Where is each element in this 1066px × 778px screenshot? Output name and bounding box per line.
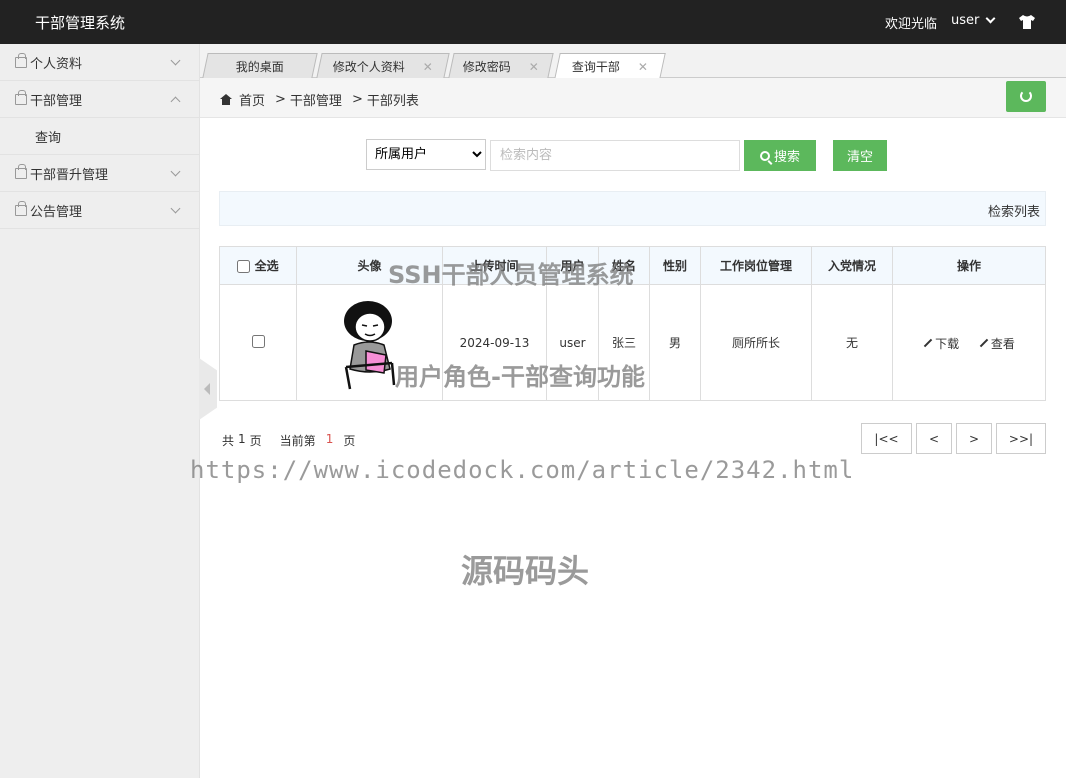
tab-desktop[interactable]: 我的桌面 xyxy=(202,53,318,78)
close-icon[interactable]: ✕ xyxy=(529,59,539,73)
select-all-checkbox[interactable] xyxy=(237,260,251,273)
total-pages: 1 xyxy=(238,432,246,446)
chevron-up-icon xyxy=(170,96,181,107)
page-unit: 页 xyxy=(343,434,356,448)
results-label: 检索列表 xyxy=(987,205,1040,220)
download-label: 下载 xyxy=(935,336,960,351)
bag-icon xyxy=(15,200,27,216)
pencil-icon xyxy=(923,339,933,348)
tshirt-icon[interactable] xyxy=(1018,14,1036,30)
close-icon[interactable]: ✕ xyxy=(423,59,433,73)
refresh-button[interactable] xyxy=(1006,81,1046,112)
actions-cell: 下载 查看 xyxy=(892,284,1046,401)
sidebar-item-promotion[interactable]: 干部晋升管理 xyxy=(0,155,199,192)
sidebar-item-announcements[interactable]: 公告管理 xyxy=(0,192,199,229)
breadcrumb-section[interactable]: 干部管理 xyxy=(290,90,342,109)
chevron-down-icon xyxy=(170,166,181,177)
party-cell: 无 xyxy=(811,284,893,401)
prev-page-button[interactable]: < xyxy=(916,423,952,454)
gender-cell: 男 xyxy=(649,284,701,401)
app-title: 干部管理系统 xyxy=(35,14,126,32)
watermark-url: https://www.icodedock.com/article/2342.h… xyxy=(190,456,855,484)
tab-bar: 我的桌面 修改个人资料 ✕ 修改密码 ✕ 查询干部 ✕ xyxy=(200,44,1066,79)
pencil-icon xyxy=(979,339,989,348)
row-checkbox[interactable] xyxy=(251,334,265,348)
view-label: 查看 xyxy=(990,336,1015,351)
user-menu[interactable]: user xyxy=(951,13,996,28)
total-prefix: 共 xyxy=(222,434,235,448)
top-bar: 干部管理系统 欢迎光临 user xyxy=(0,0,1066,44)
welcome-text: 欢迎光临 xyxy=(885,17,938,32)
watermark-subtitle: 用户角色-干部查询功能 xyxy=(395,363,645,391)
bag-icon xyxy=(15,52,27,68)
current-page: 1 xyxy=(325,432,334,446)
sidebar-item-profile[interactable]: 个人资料 xyxy=(0,44,199,81)
sidebar: 个人资料 干部管理 查询 干部晋升管理 公告管理 xyxy=(0,44,200,778)
close-icon[interactable]: ✕ xyxy=(638,60,648,74)
sidebar-collapse-handle[interactable] xyxy=(199,358,217,420)
sidebar-item-label: 干部管理 xyxy=(30,93,83,109)
tab-edit-profile[interactable]: 修改个人资料 ✕ xyxy=(316,53,450,78)
tab-change-password[interactable]: 修改密码 ✕ xyxy=(448,53,554,78)
breadcrumb: 首页 > 干部管理 > 干部列表 xyxy=(200,78,1066,118)
sidebar-item-label: 个人资料 xyxy=(30,56,83,72)
last-page-button[interactable]: >>| xyxy=(996,423,1046,454)
tab-label: 我的桌面 xyxy=(235,59,284,74)
header-gender: 性别 xyxy=(649,246,701,285)
sidebar-item-label: 公告管理 xyxy=(30,204,83,220)
refresh-icon xyxy=(1020,90,1032,102)
chevron-down-icon xyxy=(170,203,181,214)
clear-button[interactable]: 清空 xyxy=(833,140,887,171)
current-prefix: 当前第 xyxy=(279,434,316,448)
bag-icon xyxy=(15,163,27,179)
sidebar-item-cadre-management[interactable]: 干部管理 xyxy=(0,81,199,118)
search-input[interactable] xyxy=(490,140,740,171)
sidebar-subitem-query[interactable]: 查询 xyxy=(0,118,199,155)
tab-label: 查询干部 xyxy=(571,60,620,74)
row-select-cell xyxy=(219,284,297,401)
tab-label: 修改个人资料 xyxy=(332,59,405,74)
home-icon xyxy=(220,94,232,105)
breadcrumb-page: 干部列表 xyxy=(366,94,419,109)
tab-label: 修改密码 xyxy=(462,59,511,74)
page-unit: 页 xyxy=(249,434,262,448)
breadcrumb-home[interactable]: 首页 xyxy=(239,90,265,109)
breadcrumb-separator: > xyxy=(351,92,363,107)
position-cell: 厕所所长 xyxy=(700,284,812,401)
watermark-title: SSH干部人员管理系统 xyxy=(388,261,634,289)
tab-query-cadre[interactable]: 查询干部 ✕ xyxy=(554,53,666,79)
chevron-down-icon xyxy=(170,55,181,66)
search-field-select[interactable]: 所属用户 xyxy=(366,139,486,170)
header-party: 入党情况 xyxy=(811,246,893,285)
sidebar-item-label: 干部晋升管理 xyxy=(30,167,109,183)
bag-icon xyxy=(15,89,27,105)
search-button[interactable]: 搜索 xyxy=(744,140,816,171)
search-button-label: 搜索 xyxy=(773,150,800,165)
search-icon xyxy=(759,150,770,161)
results-header: 检索列表 xyxy=(219,191,1046,226)
watermark-source: 源码码头 xyxy=(461,552,590,590)
user-name: user xyxy=(951,13,980,28)
download-link[interactable]: 下载 xyxy=(923,335,959,352)
breadcrumb-separator: > xyxy=(275,92,286,107)
chevron-left-icon xyxy=(204,383,210,395)
clear-button-label: 清空 xyxy=(846,150,873,165)
view-link[interactable]: 查看 xyxy=(979,335,1015,352)
header-label: 全选 xyxy=(254,259,279,273)
first-page-button[interactable]: |<< xyxy=(861,423,912,454)
header-actions: 操作 xyxy=(892,246,1046,285)
header-select-all[interactable]: 全选 xyxy=(219,246,297,285)
next-page-button[interactable]: > xyxy=(956,423,992,454)
header-position: 工作岗位管理 xyxy=(700,246,812,285)
chevron-down-icon xyxy=(985,13,996,24)
pagination-info: 共 1 页 当前第 1 页 xyxy=(222,432,355,449)
